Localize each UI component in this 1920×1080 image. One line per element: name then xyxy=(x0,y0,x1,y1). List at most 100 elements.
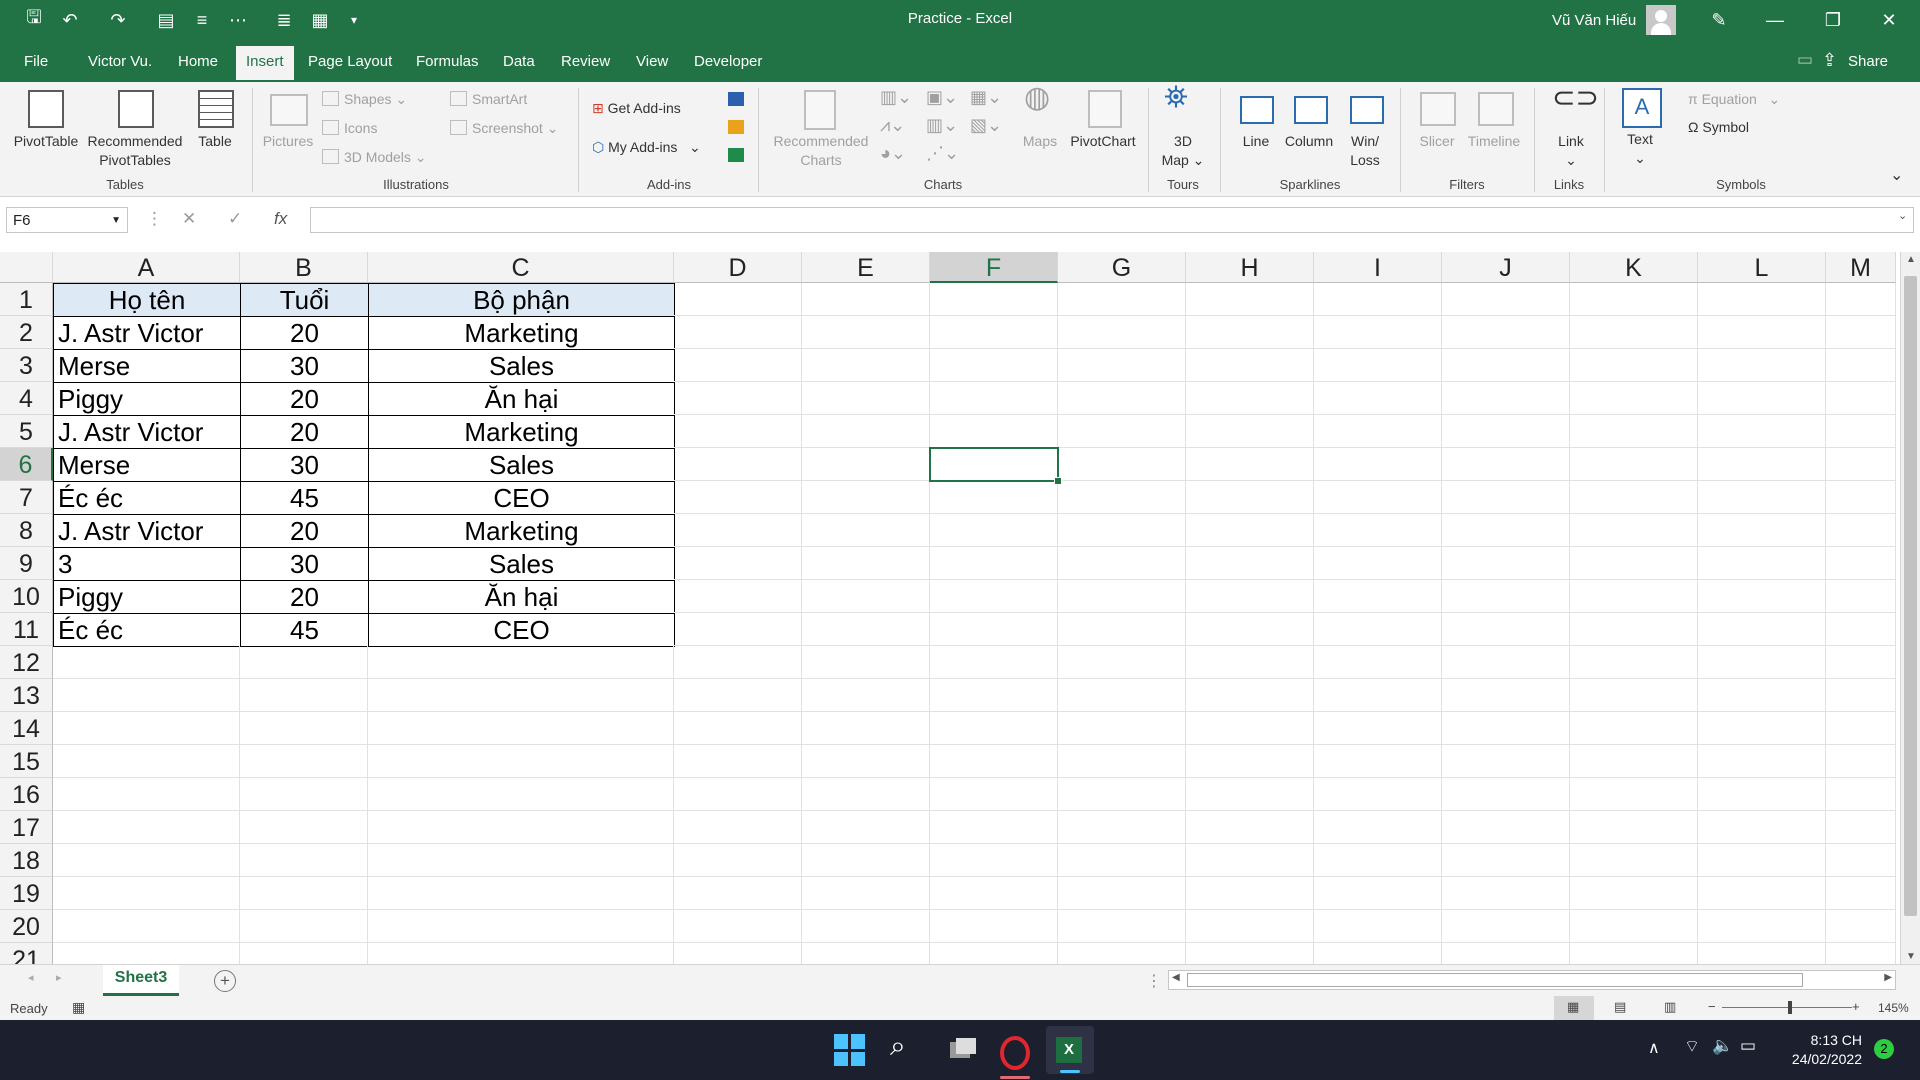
text-icon[interactable]: A xyxy=(1622,88,1662,128)
column-header-j[interactable]: J xyxy=(1442,252,1570,283)
row-header-2[interactable]: 2 xyxy=(0,316,53,349)
column-header-f[interactable]: F xyxy=(930,252,1058,283)
cell-f4[interactable] xyxy=(930,382,1058,415)
row-header-14[interactable]: 14 xyxy=(0,712,53,745)
cell-j5[interactable] xyxy=(1442,415,1570,448)
cell-g12[interactable] xyxy=(1058,646,1186,679)
cell-e10[interactable] xyxy=(802,580,930,613)
cell-j21[interactable] xyxy=(1442,943,1570,964)
cell-g5[interactable] xyxy=(1058,415,1186,448)
row-header-16[interactable]: 16 xyxy=(0,778,53,811)
recommended-pivottables-icon[interactable] xyxy=(118,90,154,128)
fill-handle[interactable] xyxy=(1054,477,1062,485)
cell-l13[interactable] xyxy=(1698,679,1826,712)
cell-m18[interactable] xyxy=(1826,844,1896,877)
excel-taskbar-button[interactable]: X xyxy=(1046,1026,1094,1074)
cell-i4[interactable] xyxy=(1314,382,1442,415)
cell-c6[interactable]: Sales xyxy=(368,448,675,482)
cell-c2[interactable]: Marketing xyxy=(368,316,675,350)
row-header-19[interactable]: 19 xyxy=(0,877,53,910)
cell-l14[interactable] xyxy=(1698,712,1826,745)
cell-d11[interactable] xyxy=(674,613,802,646)
pivottable-button[interactable]: PivotTable xyxy=(8,132,84,151)
cell-d15[interactable] xyxy=(674,745,802,778)
maps-button[interactable]: Maps xyxy=(1018,132,1062,151)
cell-i18[interactable] xyxy=(1314,844,1442,877)
cell-l3[interactable] xyxy=(1698,349,1826,382)
name-box[interactable]: F6 ▼ xyxy=(6,207,128,233)
symbol-button[interactable]: Ω Symbol xyxy=(1688,118,1749,137)
share-button[interactable]: Share xyxy=(1848,53,1888,70)
cell-a6[interactable]: Merse xyxy=(53,448,241,482)
column-header-a[interactable]: A xyxy=(53,252,240,283)
cell-k8[interactable] xyxy=(1570,514,1698,547)
row-header-5[interactable]: 5 xyxy=(0,415,53,448)
cell-g11[interactable] xyxy=(1058,613,1186,646)
timeline-button[interactable]: Timeline xyxy=(1462,132,1526,151)
cell-i1[interactable] xyxy=(1314,283,1442,316)
cell-b4[interactable]: 20 xyxy=(240,382,369,416)
cell-e15[interactable] xyxy=(802,745,930,778)
cell-e16[interactable] xyxy=(802,778,930,811)
zoom-in-icon[interactable]: + xyxy=(1852,999,1860,1014)
cell-k12[interactable] xyxy=(1570,646,1698,679)
cell-h15[interactable] xyxy=(1186,745,1314,778)
cell-g10[interactable] xyxy=(1058,580,1186,613)
cell-j17[interactable] xyxy=(1442,811,1570,844)
cell-i13[interactable] xyxy=(1314,679,1442,712)
cell-b20[interactable] xyxy=(240,910,368,943)
cell-h11[interactable] xyxy=(1186,613,1314,646)
cell-a13[interactable] xyxy=(53,679,240,712)
cell-h13[interactable] xyxy=(1186,679,1314,712)
cell-m7[interactable] xyxy=(1826,481,1896,514)
cell-c7[interactable]: CEO xyxy=(368,481,675,515)
cell-h10[interactable] xyxy=(1186,580,1314,613)
next-sheet-icon[interactable]: ▸ xyxy=(56,971,62,984)
cell-c19[interactable] xyxy=(368,877,674,910)
battery-icon[interactable]: ▭ xyxy=(1740,1036,1756,1056)
column-header-l[interactable]: L xyxy=(1698,252,1826,283)
cell-i6[interactable] xyxy=(1314,448,1442,481)
cell-d10[interactable] xyxy=(674,580,802,613)
pen-icon[interactable]: ✎ xyxy=(1696,0,1742,40)
clock[interactable]: 8:13 CH 24/02/2022 xyxy=(1772,1031,1862,1069)
show-hidden-icons-icon[interactable]: ∧ xyxy=(1648,1038,1660,1058)
cell-m12[interactable] xyxy=(1826,646,1896,679)
comment-icon[interactable]: ▭ xyxy=(1797,50,1813,70)
tab-file[interactable]: File xyxy=(24,53,48,70)
icons-button[interactable]: Icons xyxy=(322,119,377,138)
cell-j12[interactable] xyxy=(1442,646,1570,679)
cell-c11[interactable]: CEO xyxy=(368,613,675,647)
cell-a17[interactable] xyxy=(53,811,240,844)
cell-c4[interactable]: Ăn hại xyxy=(368,382,675,416)
cell-l4[interactable] xyxy=(1698,382,1826,415)
cell-g3[interactable] xyxy=(1058,349,1186,382)
cell-b10[interactable]: 20 xyxy=(240,580,369,614)
cell-h12[interactable] xyxy=(1186,646,1314,679)
cell-j18[interactable] xyxy=(1442,844,1570,877)
row-header-10[interactable]: 10 xyxy=(0,580,53,613)
cell-h5[interactable] xyxy=(1186,415,1314,448)
cell-b18[interactable] xyxy=(240,844,368,877)
cell-l19[interactable] xyxy=(1698,877,1826,910)
cell-m4[interactable] xyxy=(1826,382,1896,415)
horizontal-scroll-thumb[interactable] xyxy=(1187,973,1803,987)
cell-b6[interactable]: 30 xyxy=(240,448,369,482)
cell-k4[interactable] xyxy=(1570,382,1698,415)
column-header-c[interactable]: C xyxy=(368,252,674,283)
scatter-chart-icon[interactable]: ⋰⌄ xyxy=(926,144,959,163)
cell-l5[interactable] xyxy=(1698,415,1826,448)
cell-f10[interactable] xyxy=(930,580,1058,613)
equation-button[interactable]: π Equation ⌄ xyxy=(1688,90,1780,109)
vertical-scroll-thumb[interactable] xyxy=(1904,276,1917,916)
cell-k6[interactable] xyxy=(1570,448,1698,481)
cell-d4[interactable] xyxy=(674,382,802,415)
tab-formulas[interactable]: Formulas xyxy=(416,53,479,70)
cell-c9[interactable]: Sales xyxy=(368,547,675,581)
cell-l12[interactable] xyxy=(1698,646,1826,679)
cell-a5[interactable]: J. Astr Victor xyxy=(53,415,241,449)
cell-j14[interactable] xyxy=(1442,712,1570,745)
cell-j9[interactable] xyxy=(1442,547,1570,580)
get-addins-button[interactable]: ⊞ Get Add-ins xyxy=(592,99,681,118)
cell-b3[interactable]: 30 xyxy=(240,349,369,383)
